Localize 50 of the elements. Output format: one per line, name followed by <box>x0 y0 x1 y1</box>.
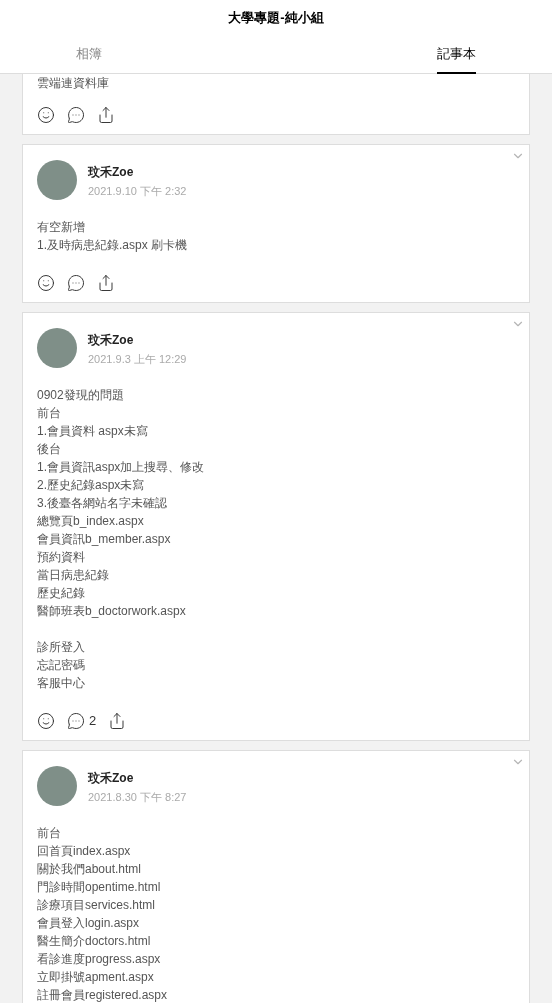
note-line: 雲端連資料庫 <box>37 75 109 92</box>
post-time: 2021.9.3 上午 12:29 <box>88 352 187 367</box>
note-line: 註冊會員registered.aspx <box>37 987 168 1003</box>
note-line: 醫師班表b_doctorwork.aspx <box>37 603 186 620</box>
note-line: 客服中心 <box>37 675 85 692</box>
comment-icon[interactable] <box>67 274 85 292</box>
note-line: 預約資料 <box>37 549 85 566</box>
note-line: 3.後臺各網站名字未確認 <box>37 495 167 512</box>
comment-icon[interactable] <box>67 712 85 730</box>
note-line: 有空新增 <box>37 219 85 236</box>
note-line: 立即掛號apment.aspx <box>37 969 154 986</box>
note-line: 後台 <box>37 441 61 458</box>
note-line: 門診時間opentime.html <box>37 879 161 896</box>
tab[interactable]: 相簿 <box>76 45 102 74</box>
note-line: 總覽頁b_index.aspx <box>37 513 144 530</box>
note-line: 1.會員資料 aspx未寫 <box>37 423 148 440</box>
smile-icon[interactable] <box>37 712 55 730</box>
note-line: 會員資訊b_member.aspx <box>37 531 171 548</box>
post-time: 2021.9.10 下午 2:32 <box>88 184 187 199</box>
avatar-placeholder <box>37 160 77 200</box>
share-icon[interactable] <box>97 106 115 124</box>
author-name: 玟禾Zoe <box>88 332 135 349</box>
note-line: 1.及時病患紀錄.aspx 刷卡機 <box>37 237 188 254</box>
share-icon[interactable] <box>108 712 127 730</box>
window-title: 大學專題-純小組 <box>228 9 324 27</box>
note-line: 會員登入login.aspx <box>37 915 140 932</box>
smile-icon[interactable] <box>37 106 55 124</box>
share-icon[interactable] <box>97 274 115 292</box>
post-time: 2021.8.30 下午 8:27 <box>88 790 187 805</box>
comment-count: 2 <box>89 712 97 730</box>
note-line: 診所登入 <box>37 639 85 656</box>
note-line: 前台 <box>37 825 61 842</box>
avatar-placeholder <box>37 328 77 368</box>
note-line: 1.會員資訊aspx加上搜尋、修改 <box>37 459 205 476</box>
note-line: 前台 <box>37 405 61 422</box>
note-line: 忘記密碼 <box>37 657 85 674</box>
note-line: 2.歷史紀錄aspx未寫 <box>37 477 145 494</box>
author-name: 玟禾Zoe <box>88 770 135 787</box>
comment-icon[interactable] <box>67 106 85 124</box>
note-line: 診療項目services.html <box>37 897 155 914</box>
note-line: 回首頁index.aspx <box>37 843 131 860</box>
note-line: 看診進度progress.aspx <box>37 951 161 968</box>
author-name: 玟禾Zoe <box>88 164 135 181</box>
note-line: 當日病患紀錄 <box>37 567 109 584</box>
note-line: 醫生簡介doctors.html <box>37 933 151 950</box>
avatar-placeholder <box>37 766 77 806</box>
note-line: 關於我們about.html <box>37 861 142 878</box>
note-line: 0902發現的問題 <box>37 387 124 404</box>
smile-icon[interactable] <box>37 274 55 292</box>
note-line: 歷史紀錄 <box>37 585 85 602</box>
